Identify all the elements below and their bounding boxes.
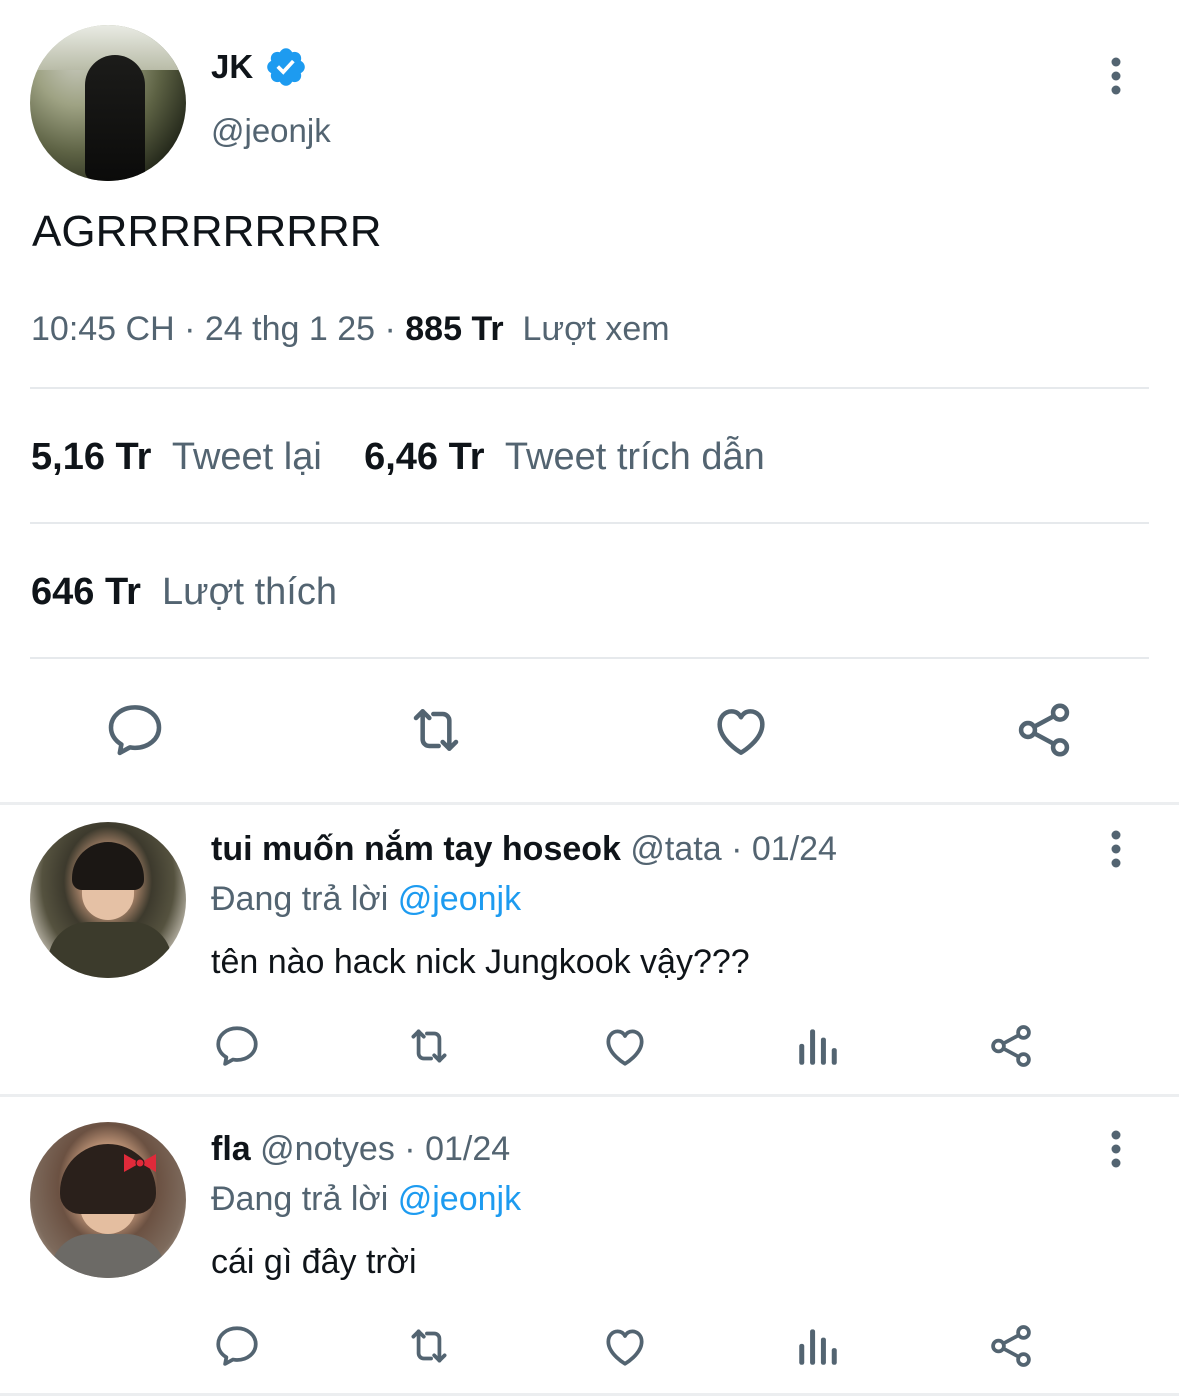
views-icon[interactable]: [793, 1021, 843, 1071]
section-divider: [0, 1393, 1179, 1396]
reply-avatar[interactable]: [30, 1122, 186, 1278]
retweets-label: Tweet lại: [171, 436, 322, 478]
replying-to-mention[interactable]: @jeonjk: [398, 1180, 521, 1218]
comment-icon[interactable]: [103, 698, 167, 762]
section-divider: [0, 1094, 1179, 1097]
tweet-date: 24 thg 1 25: [204, 310, 376, 348]
replying-to: Đang trả lời @jeonjk: [211, 880, 521, 919]
tweet-time: 10:45 CH: [31, 310, 175, 348]
share-icon[interactable]: [986, 1021, 1036, 1071]
like-icon[interactable]: [600, 1321, 650, 1371]
retweet-icon[interactable]: [404, 1321, 454, 1371]
more-vertical-icon[interactable]: [1098, 55, 1134, 99]
more-vertical-icon[interactable]: [1098, 828, 1134, 872]
like-icon[interactable]: [709, 698, 773, 762]
reply-author-handle[interactable]: @notyes: [260, 1130, 395, 1168]
reply-date: 01/24: [751, 830, 837, 868]
reply-author-name[interactable]: tui muốn nắm tay hoseok: [211, 830, 621, 868]
reply-text: tên nào hack nick Jungkook vậy???: [211, 943, 750, 981]
like-icon[interactable]: [600, 1021, 650, 1071]
retweets-stat[interactable]: 5,16 Tr Tweet lại: [31, 436, 322, 478]
tweet-text: AGRRRRRRRRR: [32, 207, 382, 256]
reply-author-name[interactable]: fla: [211, 1130, 251, 1168]
engagement-row: 5,16 Tr Tweet lại 6,46 Tr Tweet trích dẫ…: [31, 436, 765, 479]
likes-count: 646 Tr: [31, 571, 141, 613]
retweets-count: 5,16 Tr: [31, 436, 152, 478]
replying-to: Đang trả lời @jeonjk: [211, 1180, 521, 1219]
views-count: 885 Tr: [405, 310, 504, 348]
reply-header: tui muốn nắm tay hoseok @tata · 01/24: [211, 830, 837, 869]
more-vertical-icon[interactable]: [1098, 1128, 1134, 1172]
meta-separator: ·: [731, 830, 743, 868]
quotes-stat[interactable]: 6,46 Tr Tweet trích dẫn: [364, 436, 765, 478]
meta-separator: ·: [384, 310, 396, 348]
reply-header: fla @notyes · 01/24: [211, 1130, 510, 1169]
likes-label: Lượt thích: [162, 571, 337, 613]
comment-icon[interactable]: [212, 1321, 262, 1371]
replying-to-prefix: Đang trả lời: [211, 1180, 389, 1218]
retweet-icon[interactable]: [404, 1021, 454, 1071]
author-handle[interactable]: @jeonjk: [211, 112, 331, 150]
section-divider: [0, 802, 1179, 805]
author-avatar[interactable]: [30, 25, 186, 181]
retweet-icon[interactable]: [404, 698, 468, 762]
replying-to-prefix: Đang trả lời: [211, 880, 389, 918]
divider: [30, 522, 1149, 524]
reply-text: cái gì đây trời: [211, 1243, 417, 1281]
share-icon[interactable]: [1012, 698, 1076, 762]
author-name[interactable]: JK: [211, 48, 253, 86]
divider: [30, 657, 1149, 659]
meta-separator: ·: [184, 310, 196, 348]
views-label: Lượt xem: [522, 310, 670, 348]
share-icon[interactable]: [986, 1321, 1036, 1371]
divider: [30, 387, 1149, 389]
reply-date: 01/24: [425, 1130, 511, 1168]
reply-avatar[interactable]: [30, 822, 186, 978]
replying-to-mention[interactable]: @jeonjk: [398, 880, 521, 918]
quotes-label: Tweet trích dẫn: [504, 436, 765, 478]
views-icon[interactable]: [793, 1321, 843, 1371]
reply-author-handle[interactable]: @tata: [630, 830, 721, 868]
likes-stat[interactable]: 646 Tr Lượt thích: [31, 571, 337, 614]
tweet-meta: 10:45 CH · 24 thg 1 25 · 885 Tr Lượt xem: [31, 310, 670, 349]
verified-badge-icon: [264, 45, 308, 89]
comment-icon[interactable]: [212, 1021, 262, 1071]
quotes-count: 6,46 Tr: [364, 436, 485, 478]
meta-separator: ·: [404, 1130, 416, 1168]
